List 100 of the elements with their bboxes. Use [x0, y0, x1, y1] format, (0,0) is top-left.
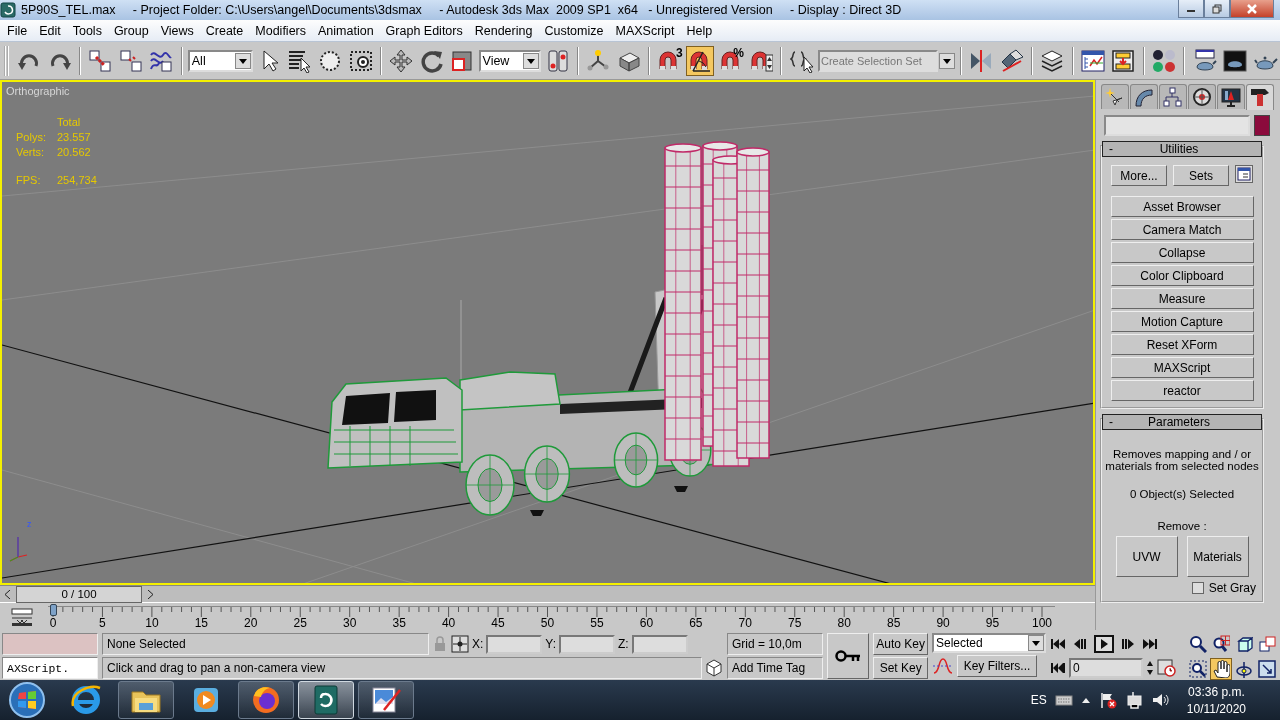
- align-icon[interactable]: [999, 48, 1024, 73]
- viewport-navigation-button[interactable]: [1210, 657, 1232, 680]
- rollout-header[interactable]: - Utilities: [1102, 141, 1262, 157]
- menu-item[interactable]: Create: [199, 23, 250, 38]
- object-color-swatch[interactable]: [1254, 115, 1270, 136]
- snap-toggle-button[interactable]: [685, 45, 715, 76]
- next-frame-icon[interactable]: [147, 590, 153, 599]
- restore-button[interactable]: [1204, 0, 1230, 18]
- menu-item[interactable]: Group: [107, 23, 155, 38]
- play-icon[interactable]: [1094, 635, 1114, 653]
- tangent-curve-icon[interactable]: [932, 657, 954, 675]
- sets-button[interactable]: Sets: [1173, 165, 1229, 186]
- utility-button[interactable]: Collapse: [1110, 242, 1254, 263]
- transform-mode-icon[interactable]: [451, 635, 469, 653]
- start-button-icon[interactable]: [6, 681, 48, 719]
- named-selection-field[interactable]: Create Selection Set: [817, 49, 938, 72]
- paint-icon[interactable]: [370, 684, 402, 716]
- menu-item[interactable]: Help: [680, 23, 719, 38]
- manipulate-icon[interactable]: [586, 48, 611, 73]
- reference-coordinate-dropdown[interactable]: View: [478, 49, 542, 72]
- keyboard-icon[interactable]: [1054, 693, 1073, 707]
- menu-item[interactable]: Graph Editors: [379, 23, 469, 38]
- display-tab[interactable]: [1217, 84, 1245, 109]
- configure-sets-icon[interactable]: [1235, 165, 1253, 183]
- current-frame-field[interactable]: 0: [1069, 658, 1143, 678]
- pivot-icon[interactable]: [545, 48, 570, 73]
- material-editor-icon[interactable]: [1152, 48, 1177, 73]
- utilities-tab[interactable]: [1246, 84, 1274, 110]
- utility-button[interactable]: Reset XForm: [1110, 334, 1254, 355]
- utility-button[interactable]: Measure: [1110, 288, 1254, 309]
- more-button[interactable]: More...: [1111, 165, 1167, 186]
- time-slider-thumb[interactable]: 0 / 100: [16, 586, 142, 603]
- coordinate-field[interactable]: [559, 634, 616, 654]
- network-icon[interactable]: [1124, 691, 1143, 709]
- time-configuration-icon[interactable]: [1157, 659, 1177, 677]
- next-key-icon[interactable]: [1120, 637, 1136, 651]
- key-filters-button[interactable]: Key Filters...: [957, 655, 1037, 677]
- utility-button[interactable]: reactor: [1110, 380, 1254, 401]
- set-key-button[interactable]: Set Key: [873, 657, 928, 679]
- viewport-navigation-button[interactable]: [1187, 633, 1209, 655]
- add-time-tag-button[interactable]: Add Time Tag: [727, 657, 823, 679]
- checkbox[interactable]: [1191, 582, 1204, 594]
- viewport-navigation-button[interactable]: [1187, 657, 1209, 680]
- key-mode-toggle-icon[interactable]: [1050, 661, 1066, 675]
- time-slider-track[interactable]: 0 / 100: [0, 586, 1095, 603]
- menu-item[interactable]: Rendering: [468, 23, 539, 38]
- internet-browser-icon[interactable]: [70, 684, 102, 716]
- menu-item[interactable]: Animation: [312, 23, 380, 38]
- selection-filter-dropdown[interactable]: All: [187, 49, 253, 72]
- select-by-name-icon[interactable]: [287, 48, 312, 73]
- set-keys-button[interactable]: [827, 633, 870, 679]
- language-indicator[interactable]: ES: [1030, 693, 1047, 707]
- clock-time[interactable]: 03:36 p.m.: [1188, 684, 1245, 699]
- hierarchy-tab[interactable]: [1159, 84, 1187, 109]
- key-mode-dropdown[interactable]: Selected: [932, 633, 1046, 653]
- rollout-header[interactable]: - Parameters: [1102, 414, 1262, 430]
- curve-editor-icon[interactable]: [1080, 48, 1105, 73]
- utility-button[interactable]: MAXScript: [1110, 357, 1254, 378]
- layers-icon[interactable]: [1040, 48, 1065, 73]
- menu-item[interactable]: MAXScript: [609, 23, 681, 38]
- scale-icon[interactable]: [450, 48, 475, 73]
- fox-browser-icon[interactable]: [250, 684, 282, 716]
- menu-item[interactable]: Modifiers: [249, 23, 312, 38]
- go-to-start-icon[interactable]: [1050, 637, 1066, 651]
- action-center-flag-icon[interactable]: [1098, 691, 1117, 709]
- menu-item[interactable]: Tools: [66, 23, 108, 38]
- rotate-icon[interactable]: [419, 48, 444, 73]
- region-select-icon[interactable]: [318, 48, 342, 73]
- snap-toggle-button[interactable]: 3: [655, 45, 684, 76]
- viewport-navigation-button[interactable]: [1256, 657, 1278, 680]
- rendered-frame-icon[interactable]: [1223, 48, 1248, 73]
- schematic-view-icon[interactable]: [1111, 48, 1136, 73]
- auto-key-button[interactable]: Auto Key: [873, 633, 928, 655]
- menu-item[interactable]: Customize: [538, 23, 610, 38]
- close-button[interactable]: [1230, 0, 1274, 18]
- object-name-field[interactable]: [1104, 115, 1250, 136]
- utility-button[interactable]: Color Clipboard: [1110, 265, 1254, 286]
- remove-button[interactable]: Materials: [1186, 536, 1249, 577]
- modify-tab[interactable]: [1130, 84, 1158, 109]
- go-to-end-icon[interactable]: [1142, 637, 1158, 651]
- listener-output-field[interactable]: [2, 633, 98, 655]
- create-tab[interactable]: [1101, 84, 1129, 109]
- utility-button[interactable]: Motion Capture: [1110, 311, 1254, 332]
- remove-button[interactable]: UVW: [1115, 536, 1178, 577]
- previous-key-icon[interactable]: [1072, 637, 1088, 651]
- menu-item[interactable]: File: [1, 23, 34, 38]
- unlink-icon[interactable]: [118, 48, 143, 73]
- render-setup-icon[interactable]: [1192, 48, 1217, 73]
- named-selection-icon[interactable]: [789, 48, 814, 73]
- snap-toggle-button[interactable]: %: [716, 45, 745, 76]
- motion-tab[interactable]: [1188, 84, 1216, 109]
- move-icon[interactable]: [389, 48, 414, 73]
- utility-button[interactable]: Camera Match: [1110, 219, 1254, 240]
- show-hidden-icons-icon[interactable]: [1080, 696, 1091, 704]
- mirror-icon[interactable]: [969, 48, 994, 73]
- link-icon[interactable]: [88, 48, 113, 73]
- minimize-button[interactable]: [1178, 0, 1204, 18]
- coordinate-field[interactable]: [486, 634, 543, 654]
- coordinate-field[interactable]: [631, 634, 688, 654]
- clock-date[interactable]: 10/11/2020: [1186, 701, 1246, 716]
